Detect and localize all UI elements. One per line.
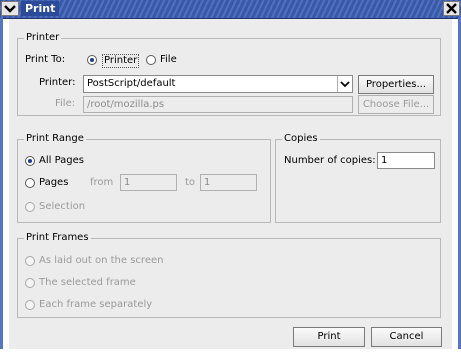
each-frame-label[interactable]: Each frame separately [39,298,152,312]
print-to-file-radio[interactable] [146,55,156,65]
window-close-button[interactable] [443,1,460,16]
to-page-input[interactable]: 1 [200,174,257,191]
print-range-group-label: Print Range [24,133,86,145]
choose-file-button[interactable]: Choose File... [358,95,434,114]
pages-label[interactable]: Pages [39,176,68,190]
as-laid-out-label[interactable]: As laid out on the screen [39,254,163,268]
printer-select-arrow[interactable] [337,76,352,92]
as-laid-out-radio[interactable] [25,256,35,266]
print-to-printer-radio[interactable] [87,55,97,65]
all-pages-radio[interactable] [25,156,35,166]
printer-label: Printer: [39,77,76,88]
properties-button[interactable]: Properties... [358,75,434,94]
window-frame-left [0,18,3,356]
selection-radio[interactable] [25,202,35,212]
number-of-copies-input[interactable]: 1 [377,152,435,169]
from-page-input[interactable]: 1 [120,174,177,191]
selected-frame-label[interactable]: The selected frame [39,276,136,290]
number-of-copies-label: Number of copies: [284,155,376,166]
window-title: Print [21,1,60,16]
selection-label[interactable]: Selection [39,200,85,214]
print-frames-group-label: Print Frames [24,232,91,244]
cancel-button[interactable]: Cancel [371,327,442,347]
copies-group-label: Copies [282,133,320,145]
print-dialog: Printer Print To: Printer File Printer: … [9,19,452,349]
chevron-down-icon [340,81,350,88]
print-to-printer-label[interactable]: Printer [102,54,140,68]
to-label: to [185,177,196,188]
printer-select[interactable]: PostScript/default [83,75,353,93]
print-to-label: Print To: [25,54,66,65]
window-titlebar: Print [0,0,461,19]
from-label: from [90,177,114,188]
all-pages-label[interactable]: All Pages [39,154,84,168]
file-path-input[interactable]: /root/mozilla.ps [83,96,353,113]
selected-frame-radio[interactable] [25,278,35,288]
window-menu-button[interactable] [1,1,19,16]
printer-select-value: PostScript/default [87,78,176,89]
printer-group-label: Printer [24,32,62,44]
close-x-icon [446,3,457,14]
window-bottom-edge [0,349,461,357]
pages-radio[interactable] [25,178,35,188]
each-frame-radio[interactable] [25,300,35,310]
print-to-file-label[interactable]: File [160,53,177,67]
chevron-down-icon [4,5,16,13]
file-label: File: [55,98,76,109]
print-button[interactable]: Print [293,327,365,347]
